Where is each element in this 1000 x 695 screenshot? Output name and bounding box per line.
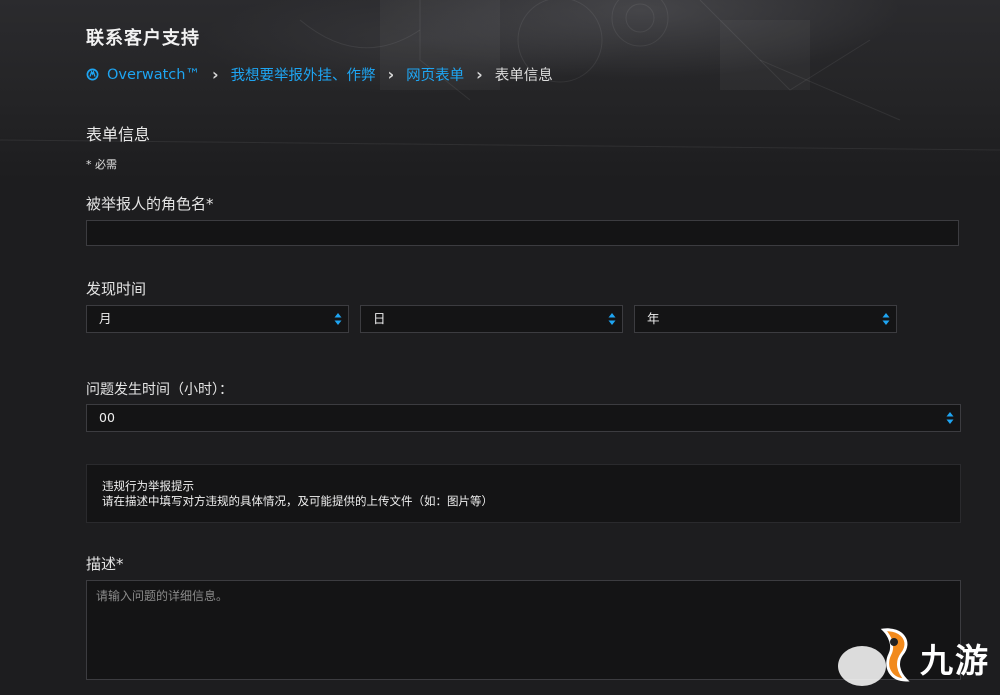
year-select-value: 年 xyxy=(647,311,660,326)
breadcrumb-report-cheating-link[interactable]: 我想要举报外挂、作弊 xyxy=(231,64,376,85)
watermark-text: 九游 xyxy=(920,641,990,680)
page-title: 联系客户支持 xyxy=(86,28,200,49)
notice-body: 请在描述中填写对方违规的具体情况，及可能提供的上传文件（如：图片等） xyxy=(102,494,493,508)
breadcrumb: Overwatch™ › 我想要举报外挂、作弊 › 网页表单 › 表单信息 xyxy=(86,64,553,85)
required-note: * 必需 xyxy=(86,158,117,171)
year-select[interactable]: 年 xyxy=(634,305,897,333)
description-placeholder: 请输入问题的详细信息。 xyxy=(96,589,229,603)
description-label: 描述* xyxy=(86,555,124,573)
sort-arrows-icon xyxy=(882,313,890,325)
character-name-label: 被举报人的角色名* xyxy=(86,195,214,213)
breadcrumb-current: 表单信息 xyxy=(494,68,553,84)
issue-hour-value: 00 xyxy=(99,410,115,425)
jiuyou-mascot-icon xyxy=(838,628,910,686)
overwatch-logo-icon xyxy=(86,68,99,81)
day-select-value: 日 xyxy=(373,311,386,326)
day-select[interactable]: 日 xyxy=(360,305,623,333)
description-textarea[interactable]: 请输入问题的详细信息。 xyxy=(86,580,961,680)
month-select[interactable]: 月 xyxy=(86,305,349,333)
report-notice-box: 违规行为举报提示 请在描述中填写对方违规的具体情况，及可能提供的上传文件（如：图… xyxy=(86,464,961,523)
breadcrumb-overwatch-link[interactable]: Overwatch™ xyxy=(107,67,200,83)
sort-arrows-icon xyxy=(334,313,342,325)
character-name-input[interactable] xyxy=(86,220,959,246)
chevron-right-icon: › xyxy=(211,65,219,84)
issue-hour-label: 问题发生时间（小时）： xyxy=(86,382,233,398)
issue-hour-select[interactable]: 00 xyxy=(86,404,961,432)
sort-arrows-icon xyxy=(608,313,616,325)
notice-title: 违规行为举报提示 xyxy=(102,479,194,493)
breadcrumb-web-form-link[interactable]: 网页表单 xyxy=(406,64,464,85)
found-time-label: 发现时间 xyxy=(86,280,147,298)
jiuyou-watermark: 九游 xyxy=(832,624,992,688)
form-section-title: 表单信息 xyxy=(86,125,151,144)
chevron-right-icon: › xyxy=(387,65,395,84)
chevron-right-icon: › xyxy=(476,65,483,84)
sort-arrows-icon xyxy=(946,412,954,424)
month-select-value: 月 xyxy=(99,311,112,326)
